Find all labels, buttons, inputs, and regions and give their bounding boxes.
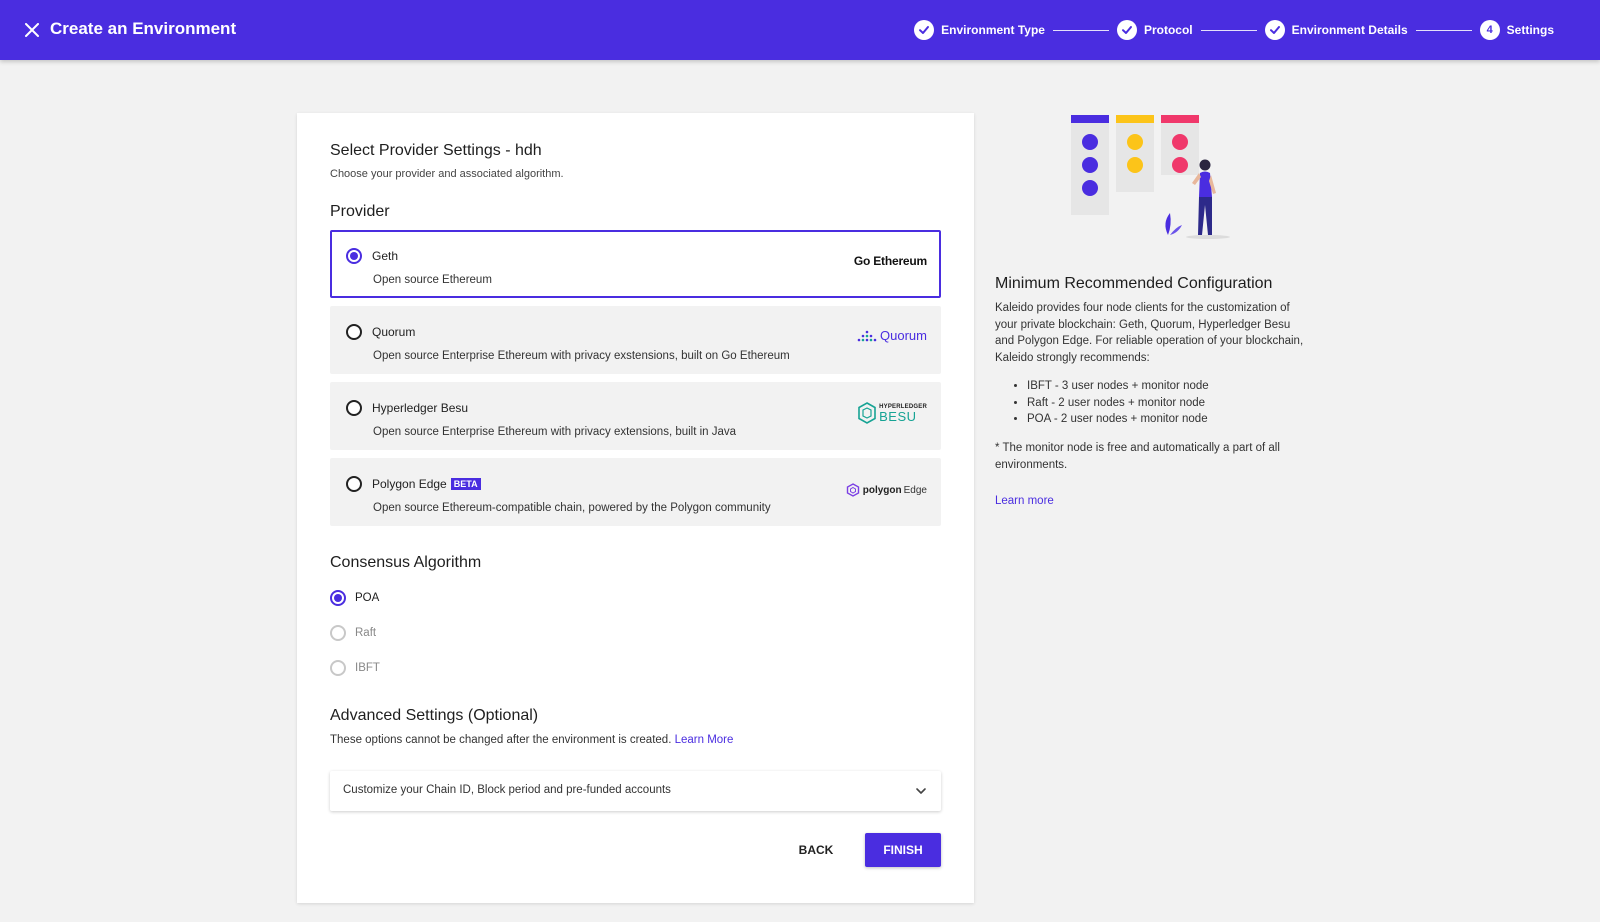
advanced-description: These options cannot be changed after th… (330, 734, 734, 746)
provider-heading: Provider (330, 203, 390, 220)
quorum-logo: Quorum (857, 328, 927, 343)
radio-ibft[interactable] (330, 660, 346, 676)
stepper: Environment Type Protocol Environment De… (914, 19, 1554, 41)
provider-name: Polygon Edge BETA (372, 477, 481, 491)
radio-polygon-edge[interactable] (346, 476, 362, 492)
chevron-down-icon (915, 784, 927, 802)
advanced-heading: Advanced Settings (Optional) (330, 707, 539, 724)
step-label: Environment Details (1291, 23, 1408, 37)
step-label: Environment Type (941, 23, 1045, 37)
finish-button[interactable]: FINISH (865, 833, 941, 867)
illustration (1068, 115, 1238, 245)
consensus-option-raft[interactable]: Raft (330, 625, 376, 641)
list-item: POA - 2 user nodes + monitor node (1027, 411, 1209, 428)
step-connector (1415, 29, 1472, 31)
step-number: 4 (1479, 20, 1500, 40)
quorum-dots-icon (857, 330, 877, 341)
consensus-heading: Consensus Algorithm (330, 554, 482, 571)
accordion-label: Customize your Chain ID, Block period an… (343, 784, 671, 796)
side-panel-title: Minimum Recommended Configuration (995, 275, 1273, 292)
radio-quorum[interactable] (346, 324, 362, 340)
list-item: IBFT - 3 user nodes + monitor node (1027, 378, 1209, 395)
top-app-bar: Create an Environment Environment Type P… (0, 0, 1600, 60)
page-title: Create an Environment (50, 19, 237, 38)
provider-option-hyperledger-besu[interactable]: Hyperledger Besu Open source Enterprise … (330, 382, 941, 450)
step-connector (1052, 29, 1109, 31)
consensus-label: POA (355, 592, 380, 604)
check-icon (914, 20, 935, 40)
card-subtitle: Choose your provider and associated algo… (330, 168, 564, 180)
radio-raft[interactable] (330, 625, 346, 641)
step-protocol[interactable]: Protocol (1116, 20, 1193, 40)
card-title: Select Provider Settings - hdh (330, 142, 542, 159)
polygon-icon (846, 483, 859, 497)
provider-name: Quorum (372, 325, 416, 339)
provider-description: Open source Ethereum (373, 274, 492, 286)
besu-hexagon-icon (858, 402, 876, 424)
consensus-option-poa[interactable]: POA (330, 590, 379, 606)
radio-hyperledger-besu[interactable] (346, 400, 362, 416)
check-icon (1116, 20, 1137, 40)
side-panel-body: Kaleido provides four node clients for t… (995, 302, 1304, 364)
learn-more-link[interactable]: Learn More (675, 734, 734, 746)
check-icon (1264, 20, 1285, 40)
consensus-label: Raft (355, 627, 377, 639)
provider-option-quorum[interactable]: Quorum Open source Enterprise Ethereum w… (330, 306, 941, 374)
list-item: Raft - 2 user nodes + monitor node (1027, 395, 1209, 412)
consensus-option-ibft[interactable]: IBFT (330, 660, 380, 676)
side-panel-note: * The monitor node is free and automatic… (995, 442, 1280, 471)
close-icon[interactable] (20, 18, 44, 42)
step-settings[interactable]: 4 Settings (1479, 20, 1554, 40)
provider-option-geth[interactable]: Geth Open source Ethereum Go Ethereum (330, 230, 941, 298)
step-label: Settings (1506, 23, 1554, 37)
configuration-illustration-icon (1071, 115, 1230, 239)
radio-poa[interactable] (330, 590, 346, 606)
provider-description: Open source Enterprise Ethereum with pri… (373, 350, 790, 362)
step-environment-details[interactable]: Environment Details (1264, 20, 1408, 40)
provider-name: Hyperledger Besu (372, 401, 469, 415)
provider-description: Open source Ethereum-compatible chain, p… (373, 502, 771, 514)
provider-option-polygon-edge[interactable]: Polygon Edge BETA Open source Ethereum-co… (330, 458, 941, 526)
besu-logo: HYPERLEDGER BESU (858, 402, 927, 424)
consensus-label: IBFT (355, 662, 380, 674)
back-button[interactable]: BACK (790, 833, 842, 867)
go-ethereum-logo: Go Ethereum (853, 254, 927, 268)
beta-badge: BETA (450, 478, 481, 490)
recommendation-list: IBFT - 3 user nodes + monitor node Raft … (1015, 378, 1209, 428)
side-panel-learn-more-link[interactable]: Learn more (995, 495, 1054, 507)
polygon-edge-logo: polygon Edge (846, 483, 927, 497)
provider-description: Open source Enterprise Ethereum with pri… (373, 426, 737, 438)
provider-settings-card: Select Provider Settings - hdh Choose yo… (297, 113, 974, 903)
step-environment-type[interactable]: Environment Type (914, 20, 1045, 40)
advanced-settings-accordion[interactable]: Customize your Chain ID, Block period an… (330, 771, 941, 811)
radio-geth[interactable] (346, 248, 362, 264)
provider-name: Geth (372, 249, 399, 263)
step-connector (1200, 29, 1257, 31)
step-label: Protocol (1143, 23, 1193, 37)
